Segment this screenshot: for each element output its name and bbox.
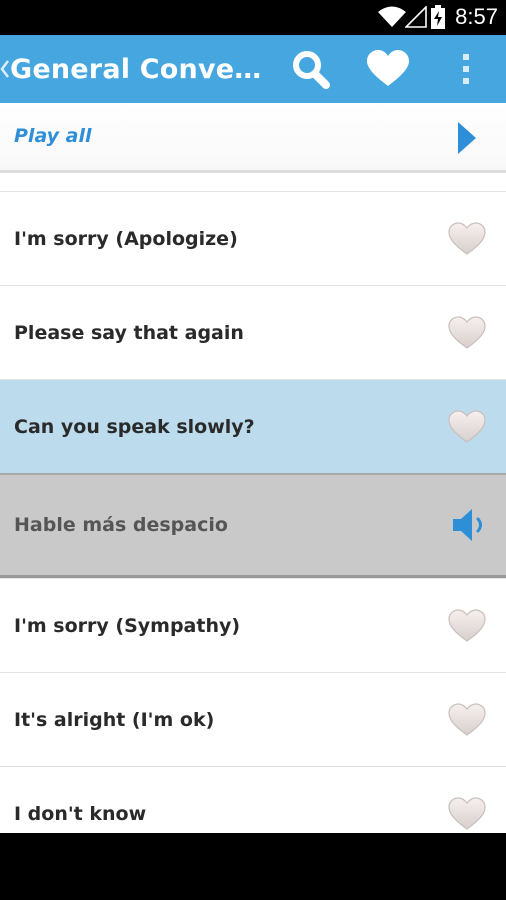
overflow-menu-button[interactable] — [446, 35, 486, 103]
phrase-text: Please say that again — [14, 322, 244, 344]
heart-outline-icon[interactable] — [448, 410, 486, 444]
phrase-text: Can you speak slowly? — [14, 416, 255, 438]
page-title: General Conve… — [10, 53, 262, 85]
play-all-label: Play all — [14, 125, 92, 147]
list-item[interactable]: I don't know — [0, 766, 506, 833]
translation-row[interactable]: Hable más despacio — [0, 473, 506, 578]
list-item[interactable]: Please say that again — [0, 285, 506, 379]
heart-outline-icon[interactable] — [448, 703, 486, 737]
translation-text: Hable más despacio — [14, 514, 228, 536]
signal-icon — [405, 6, 427, 28]
content-area: Play all I'm sorry (Apologize) Please sa… — [0, 103, 506, 833]
status-bar: 8:57 — [0, 0, 506, 35]
back-chevron-icon — [0, 35, 10, 103]
heart-outline-icon[interactable] — [448, 316, 486, 350]
play-all-bar[interactable]: Play all — [0, 103, 506, 173]
play-icon[interactable] — [456, 120, 478, 156]
heart-outline-icon[interactable] — [448, 222, 486, 256]
heart-icon — [367, 50, 409, 86]
phrase-text: I'm sorry (Apologize) — [14, 228, 238, 250]
list-item[interactable]: It's alright (I'm ok) — [0, 672, 506, 766]
phrase-list: I'm sorry (Apologize) Please say that ag… — [0, 191, 506, 833]
favorites-button[interactable] — [360, 35, 416, 103]
search-icon — [293, 51, 330, 89]
phrase-text: I don't know — [14, 803, 147, 825]
speaker-icon[interactable] — [450, 505, 490, 545]
list-item[interactable]: I'm sorry (Sympathy) — [0, 578, 506, 672]
status-time: 8:57 — [455, 4, 498, 29]
navigation-bar-area — [0, 833, 506, 900]
battery-charging-icon — [431, 5, 445, 29]
up-navigation-button[interactable]: General Conve… — [0, 35, 261, 103]
phrase-text: I'm sorry (Sympathy) — [14, 615, 241, 637]
heart-outline-icon[interactable] — [448, 797, 486, 831]
overflow-menu-icon — [463, 54, 469, 84]
wifi-icon — [378, 6, 406, 27]
list-item[interactable]: I'm sorry (Apologize) — [0, 191, 506, 285]
search-button[interactable] — [282, 35, 338, 103]
phrase-text: It's alright (I'm ok) — [14, 709, 215, 731]
heart-outline-icon[interactable] — [448, 609, 486, 643]
list-item-selected[interactable]: Can you speak slowly? — [0, 379, 506, 473]
action-bar: General Conve… — [0, 35, 506, 103]
